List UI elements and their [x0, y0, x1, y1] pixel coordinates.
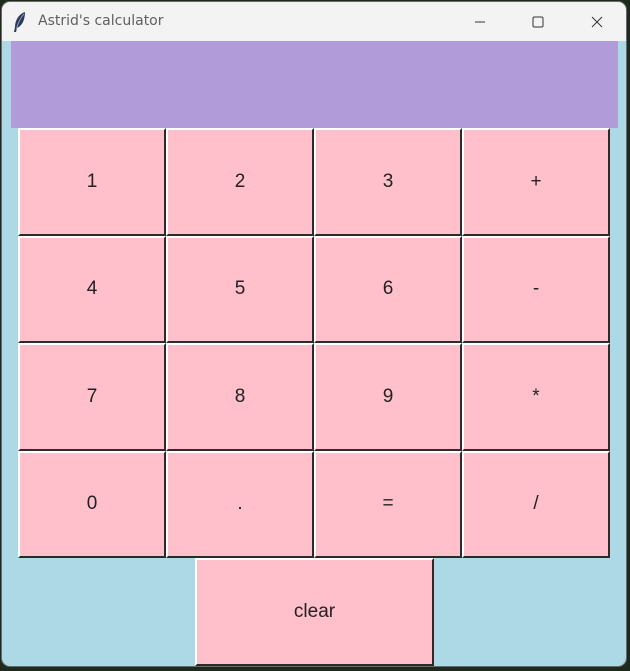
- key-9[interactable]: 9: [314, 343, 462, 451]
- key-minus[interactable]: -: [462, 235, 610, 343]
- key-5[interactable]: 5: [166, 235, 314, 343]
- window-title: Astrid's calculator: [38, 13, 164, 29]
- key-multiply[interactable]: *: [462, 343, 610, 451]
- maximize-button[interactable]: [509, 2, 567, 41]
- key-1[interactable]: 1: [18, 128, 166, 236]
- minimize-icon: [474, 16, 486, 28]
- key-plus[interactable]: +: [462, 128, 610, 236]
- title-bar[interactable]: Astrid's calculator: [2, 2, 626, 41]
- calculator-display: [11, 41, 618, 128]
- key-0[interactable]: 0: [18, 450, 166, 558]
- maximize-icon: [532, 16, 544, 28]
- key-8[interactable]: 8: [166, 343, 314, 451]
- key-2[interactable]: 2: [166, 128, 314, 236]
- keypad: 1 2 3 + 4 5 6 - 7 8 9 * 0 . = /: [18, 128, 610, 558]
- feather-icon: [12, 11, 28, 33]
- calculator-window: Astrid's calculator 1 2 3 + 4 5 6 - 7 8 …: [2, 2, 626, 666]
- key-3[interactable]: 3: [314, 128, 462, 236]
- clear-button[interactable]: clear: [195, 558, 434, 666]
- key-equals[interactable]: =: [314, 450, 462, 558]
- key-divide[interactable]: /: [462, 450, 610, 558]
- minimize-button[interactable]: [451, 2, 509, 41]
- key-decimal[interactable]: .: [166, 450, 314, 558]
- key-6[interactable]: 6: [314, 235, 462, 343]
- key-4[interactable]: 4: [18, 235, 166, 343]
- key-7[interactable]: 7: [18, 343, 166, 451]
- close-icon: [591, 16, 603, 28]
- close-button[interactable]: [568, 2, 626, 41]
